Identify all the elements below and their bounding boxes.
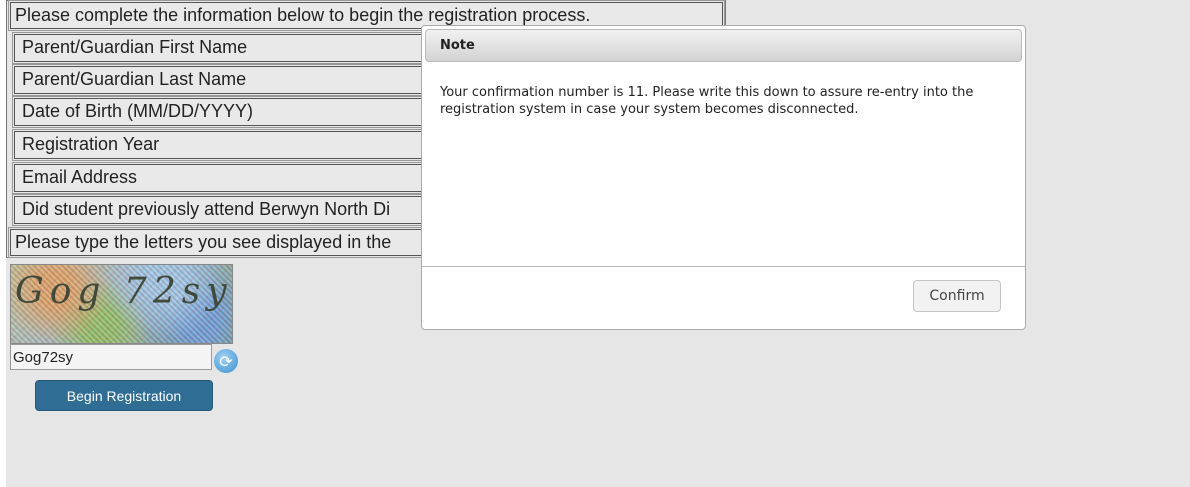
captcha-image: Gog 72sy [10, 264, 233, 344]
note-dialog: Note Your confirmation number is 11. Ple… [421, 25, 1026, 330]
dialog-divider [422, 266, 1025, 267]
dialog-message: Your confirmation number is 11. Please w… [440, 85, 974, 117]
refresh-icon[interactable]: ⟳ [214, 349, 238, 373]
begin-registration-button[interactable]: Begin Registration [35, 380, 213, 411]
confirm-button[interactable]: Confirm [913, 280, 1001, 312]
captcha-input[interactable] [10, 344, 212, 370]
captcha-image-text: Gog 72sy [15, 271, 233, 312]
dialog-title[interactable]: Note [425, 29, 1022, 62]
